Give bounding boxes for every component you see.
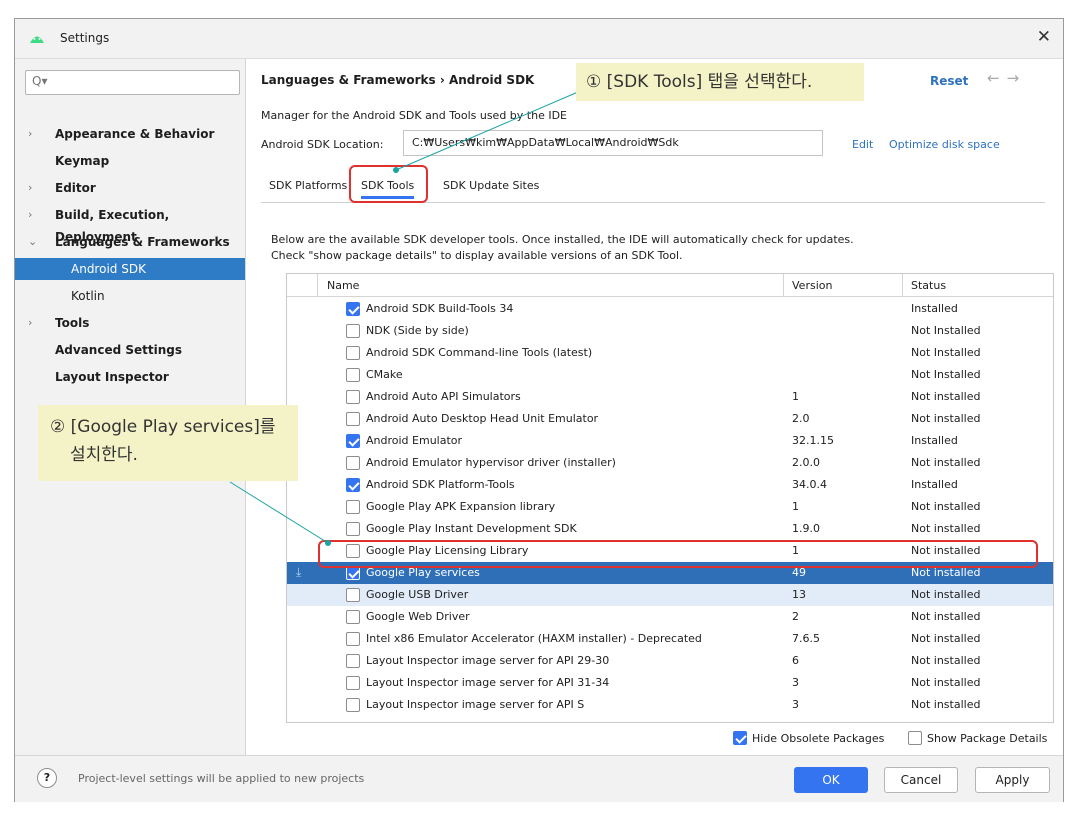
callout-install-service: ② [Google Play services]를 설치한다. (38, 405, 298, 481)
leader-dot-1 (393, 167, 399, 173)
leader-line-2 (229, 481, 329, 544)
callout-select-tab: ① [SDK Tools] 탭을 선택한다. (576, 63, 864, 101)
leader-line-1 (395, 91, 579, 171)
callout-line: ② [Google Play services]를 (50, 417, 276, 437)
callout-line: 설치한다. (70, 445, 138, 465)
leader-dot-2 (325, 540, 331, 546)
